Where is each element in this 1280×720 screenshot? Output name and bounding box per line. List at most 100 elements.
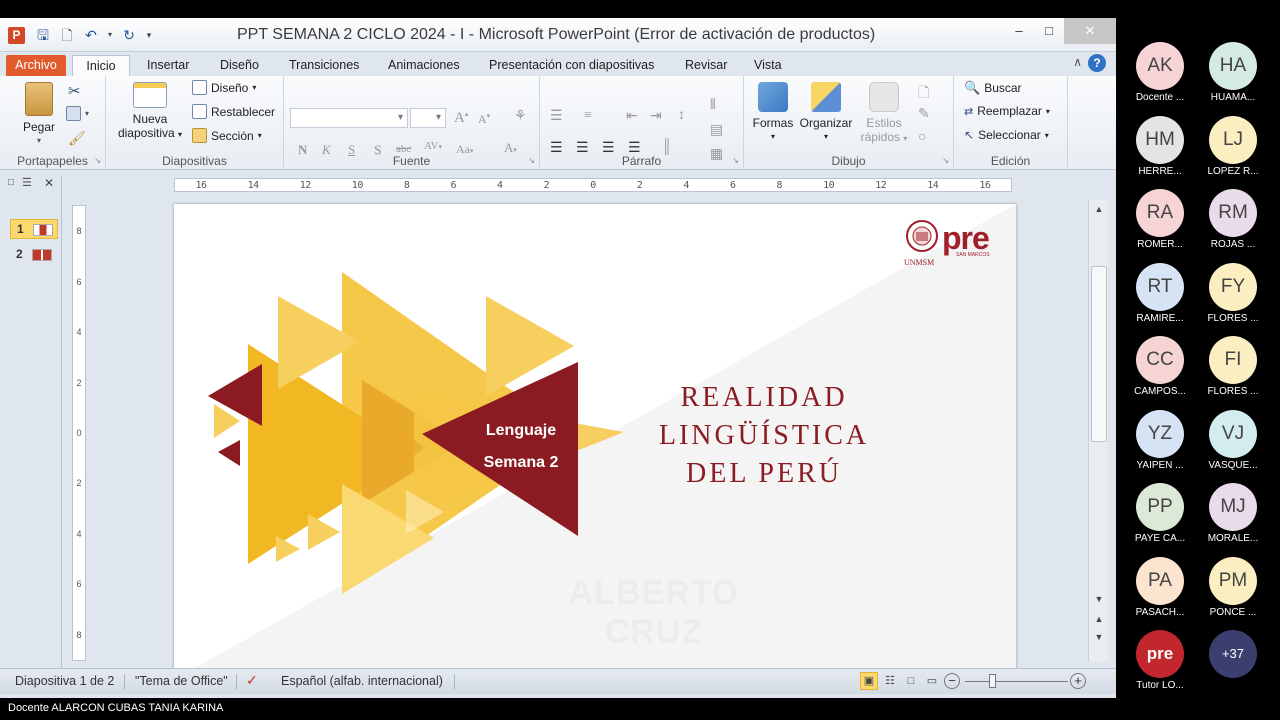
cut-button[interactable]: ✂: [68, 82, 81, 100]
participant-tile[interactable]: CC CAMPOS...: [1123, 336, 1197, 397]
char-spacing-icon[interactable]: AV▾: [424, 140, 442, 152]
shapes-button[interactable]: Formas ▾: [752, 82, 794, 144]
copy-button[interactable]: ▾: [66, 106, 89, 121]
participant-tile[interactable]: RM ROJAS ...: [1196, 189, 1270, 250]
normal-view-icon[interactable]: ▣: [860, 672, 878, 690]
vertical-scrollbar[interactable]: ▲ ▼ ▲︎ ▼︎: [1088, 200, 1108, 662]
dialog-launcher-icon[interactable]: ↘: [94, 156, 101, 165]
increase-indent-icon[interactable]: ⇥: [650, 108, 662, 125]
binoculars-icon: 🔍: [964, 80, 981, 95]
participant-tile[interactable]: PA PASACH...: [1123, 556, 1197, 618]
redo-icon[interactable]: ↻: [120, 26, 138, 44]
powerpoint-app-icon[interactable]: P: [8, 27, 25, 44]
align-text-icon[interactable]: ▤: [710, 122, 723, 139]
tab-animaciones[interactable]: Animaciones: [388, 55, 460, 76]
font-size-combo[interactable]: ▾: [410, 108, 446, 128]
participant-tile[interactable]: PM PONCE ...: [1196, 556, 1270, 618]
shape-effects-icon[interactable]: ○: [918, 130, 926, 146]
slideshow-view-icon[interactable]: ▭: [923, 672, 941, 690]
shape-fill-icon[interactable]: 🗋: [918, 82, 929, 106]
slide-thumbnail-1[interactable]: 1: [10, 219, 58, 239]
participant-tile[interactable]: FY FLORES ...: [1196, 262, 1270, 324]
participant-name: VASQUE...: [1208, 459, 1258, 471]
save-icon[interactable]: 🖫: [34, 26, 52, 44]
slide-thumbnail-2[interactable]: 2: [10, 245, 58, 265]
slide-thumbnail-preview: [33, 224, 53, 236]
close-panel-icon[interactable]: ✕: [44, 176, 54, 190]
tab-presentacion[interactable]: Presentación con diapositivas: [489, 55, 654, 76]
tab-transiciones[interactable]: Transiciones: [289, 55, 359, 76]
maximize-button[interactable]: □: [1034, 18, 1064, 44]
participant-tile[interactable]: MJ MORALE...: [1196, 483, 1270, 544]
avatar: AK: [1136, 42, 1184, 90]
zoom-slider[interactable]: [965, 681, 1068, 682]
tab-archivo[interactable]: Archivo: [6, 55, 66, 76]
bullets-icon[interactable]: ☰: [550, 108, 563, 125]
close-button[interactable]: ✕: [1064, 18, 1116, 44]
slide-sorter-view-icon[interactable]: ☷: [881, 672, 899, 690]
undo-icon[interactable]: ↶: [82, 26, 100, 44]
zoom-slider-knob[interactable]: [989, 674, 996, 688]
arrange-button[interactable]: Organizar ▾: [796, 82, 856, 144]
tab-diseno[interactable]: Diseño: [220, 55, 259, 76]
drawing-dialog-launcher-icon[interactable]: ↘: [942, 156, 949, 165]
slide-canvas[interactable]: pre UNMSM SAN MARCOS Lenguaje Semana 2 R…: [174, 204, 1016, 680]
tab-inicio[interactable]: Inicio: [72, 55, 130, 76]
participant-tile[interactable]: LJ LOPEZ R...: [1196, 115, 1270, 177]
tab-vista[interactable]: Vista: [754, 55, 782, 76]
minimize-button[interactable]: –: [1004, 18, 1034, 44]
spellcheck-icon[interactable]: ✓: [246, 672, 258, 689]
numbering-icon[interactable]: ≡: [584, 108, 592, 124]
collapse-ribbon-icon[interactable]: ∧: [1073, 55, 1082, 69]
previous-slide-icon[interactable]: ▲︎: [1089, 610, 1109, 628]
participant-tile[interactable]: VJ VASQUE...: [1196, 409, 1270, 471]
outline-tab-icon[interactable]: ☰: [22, 176, 32, 189]
font-family-combo[interactable]: ▾: [290, 108, 408, 128]
participant-tile[interactable]: HA HUAMA...: [1196, 42, 1270, 103]
participant-tile[interactable]: YZ YAIPEN ...: [1123, 409, 1197, 471]
text-direction-icon[interactable]: ⫴: [710, 98, 716, 114]
layout-button[interactable]: Diseño ▾: [192, 80, 256, 95]
next-slide-icon[interactable]: ▼︎: [1089, 628, 1109, 646]
scroll-up-icon[interactable]: ▲: [1089, 200, 1109, 218]
paste-button[interactable]: Pegar ▾: [14, 82, 64, 148]
new-slide-button[interactable]: Nueva diapositiva ▾: [112, 82, 188, 142]
undo-dropdown-icon[interactable]: ▾: [106, 26, 114, 44]
quick-styles-button[interactable]: Estilos rápidos ▾: [856, 82, 912, 146]
scroll-down-icon[interactable]: ▼: [1089, 590, 1109, 608]
reset-button[interactable]: Restablecer: [192, 104, 275, 119]
format-painter-button[interactable]: 🖌: [68, 130, 86, 147]
grow-font-icon[interactable]: A▴: [454, 110, 468, 127]
participant-tile[interactable]: pre Tutor LO...: [1123, 630, 1197, 691]
participant-tile[interactable]: PP PAYE CA...: [1123, 483, 1197, 544]
select-button[interactable]: ↖ Seleccionar ▾: [964, 128, 1049, 142]
shrink-font-icon[interactable]: A▾: [478, 112, 490, 127]
customize-toolbar-icon[interactable]: ▾: [144, 26, 154, 44]
paragraph-dialog-launcher-icon[interactable]: ↘: [732, 156, 739, 165]
participant-tile[interactable]: AK Docente ...: [1123, 42, 1197, 103]
scroll-thumb[interactable]: [1091, 266, 1107, 442]
reading-view-icon[interactable]: □: [902, 672, 920, 690]
decrease-indent-icon[interactable]: ⇤: [626, 108, 638, 125]
line-spacing-icon[interactable]: ↕: [678, 108, 685, 124]
new-file-icon[interactable]: 🗋: [58, 26, 76, 44]
section-button[interactable]: Sección ▾: [192, 128, 262, 143]
language-status[interactable]: Español (alfab. internacional): [281, 674, 443, 688]
help-icon[interactable]: ?: [1088, 54, 1106, 72]
find-button[interactable]: 🔍 Buscar: [964, 80, 1022, 96]
participant-tile[interactable]: +37: [1196, 630, 1270, 680]
shape-outline-icon[interactable]: ✎: [918, 106, 930, 123]
zoom-out-icon[interactable]: −: [944, 673, 960, 689]
tab-insertar[interactable]: Insertar: [147, 55, 189, 76]
participant-tile[interactable]: HM HERRE...: [1123, 115, 1197, 177]
tab-revisar[interactable]: Revisar: [685, 55, 727, 76]
participant-tile[interactable]: RA ROMER...: [1123, 189, 1197, 250]
participant-tile[interactable]: RT RAMIRE...: [1123, 262, 1197, 324]
slides-tab-icon[interactable]: □: [8, 177, 14, 188]
participant-tile[interactable]: FI FLORES ...: [1196, 336, 1270, 397]
zoom-in-icon[interactable]: +: [1070, 673, 1086, 689]
font-dialog-launcher-icon[interactable]: ↘: [528, 156, 535, 165]
clear-format-icon[interactable]: ⚘: [514, 108, 527, 125]
replace-button[interactable]: ⇄ Reemplazar ▾: [964, 104, 1050, 118]
ruler-tick-label: 8: [403, 179, 410, 191]
